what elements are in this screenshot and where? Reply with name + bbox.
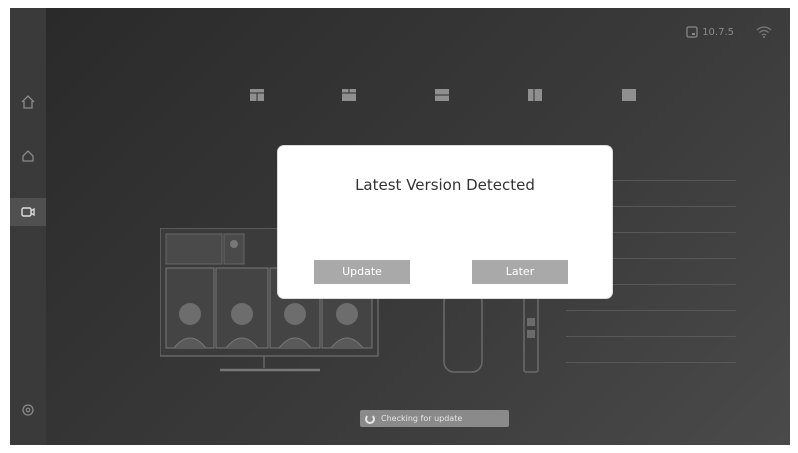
display-icon [686,26,698,38]
later-button[interactable]: Later [472,260,568,284]
main-area: 10.7.5 Checking for update Latest Versio… [46,8,790,445]
update-button[interactable]: Update [314,260,410,284]
update-status-badge: Checking for update [360,410,509,427]
loading-spinner-icon [365,413,375,424]
layout-full-icon[interactable] [622,86,636,101]
layout-grid-icon[interactable] [250,86,264,101]
layout-vertical-split-icon[interactable] [528,86,542,101]
wifi-icon [756,26,772,38]
meeting-icon[interactable] [10,142,46,170]
layout-top-split-icon[interactable] [342,86,356,101]
layout-horizontal-split-icon[interactable] [435,86,449,101]
dialog-title: Latest Version Detected [355,176,535,194]
update-status-label: Checking for update [381,414,463,423]
app-window: 10.7.5 Checking for update Latest Versio… [10,8,790,445]
network-status: 10.7.5 [686,26,734,38]
sidebar [10,8,46,445]
update-dialog: Latest Version Detected Update Later [278,146,612,298]
camera-icon[interactable] [10,198,46,226]
home-icon[interactable] [10,88,46,116]
devices-illustration [443,291,539,373]
ip-address: 10.7.5 [702,26,734,38]
status-bar: 10.7.5 [686,26,772,38]
settings-icon[interactable] [10,396,46,424]
